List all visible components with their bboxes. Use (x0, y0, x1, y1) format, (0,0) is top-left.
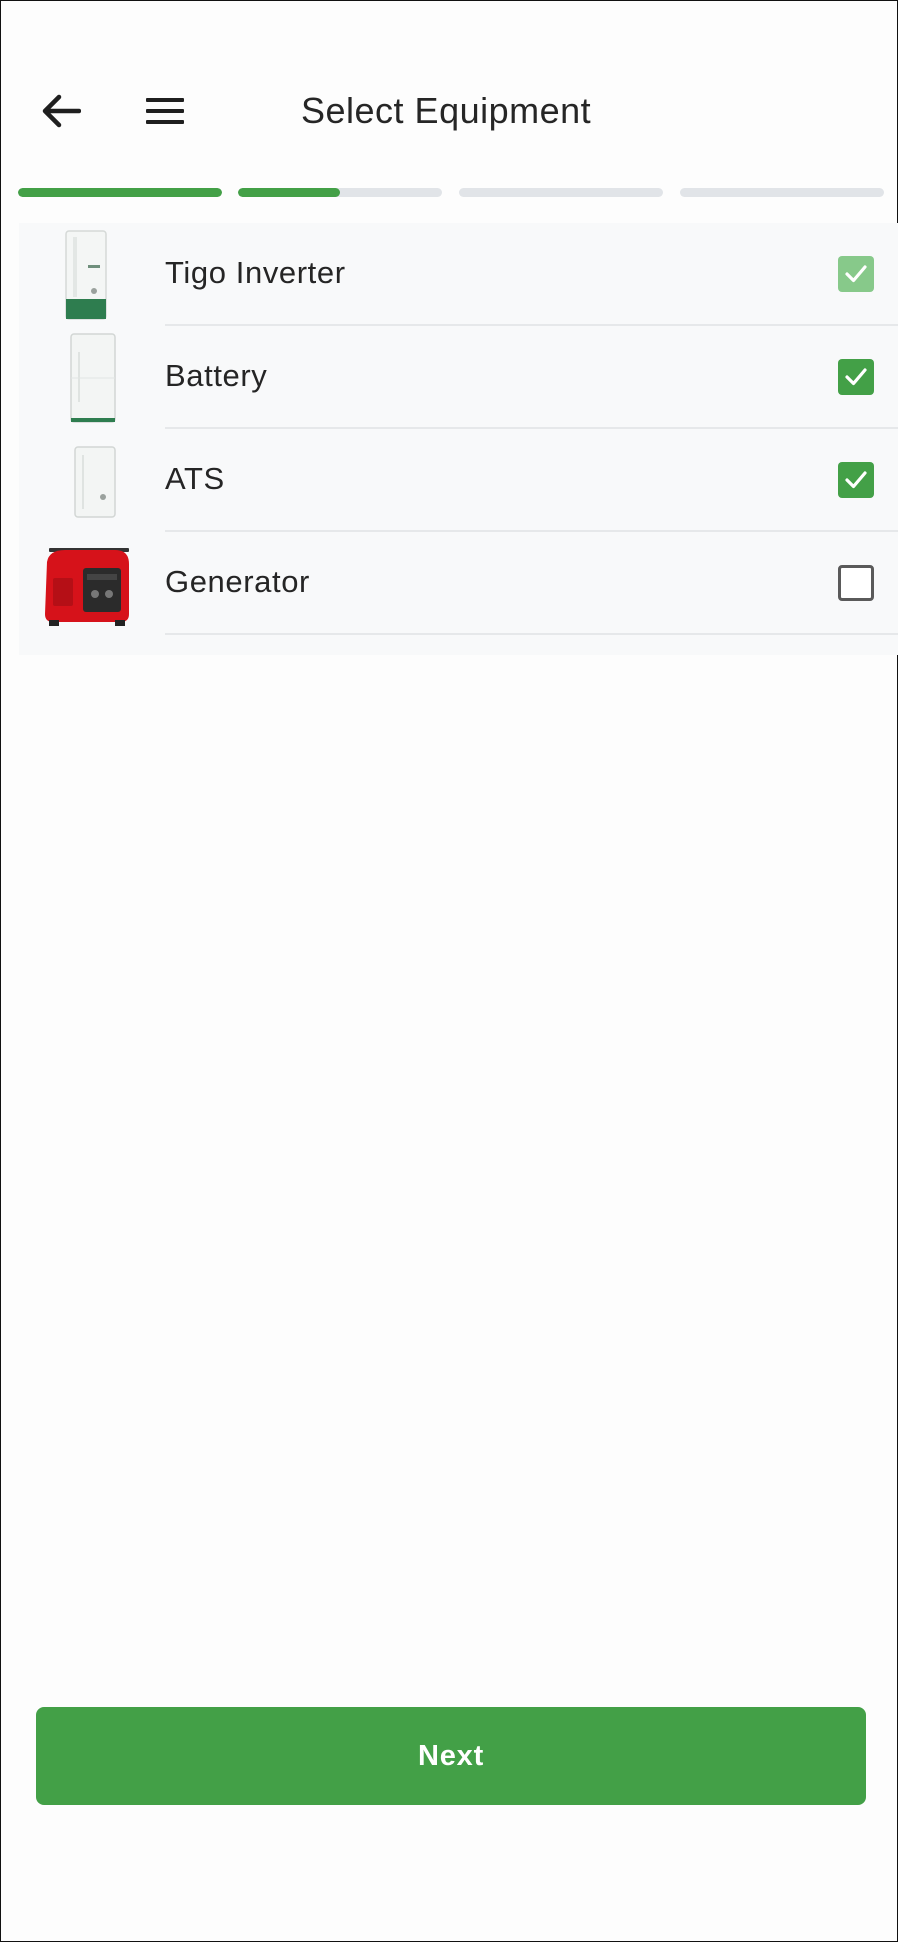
progress-step-4 (680, 188, 884, 197)
equipment-checkbox[interactable] (838, 565, 874, 601)
back-button[interactable] (33, 86, 89, 136)
equipment-row-generator[interactable]: Generator (19, 532, 898, 635)
equipment-label: Battery (165, 358, 268, 393)
equipment-label: Tigo Inverter (165, 255, 346, 290)
equipment-row-tigo-inverter[interactable]: Tigo Inverter (19, 223, 898, 326)
ats-image (74, 446, 116, 518)
checkmark-icon (845, 368, 867, 386)
app-screen: Select Equipment Tigo Inverter Battery A… (0, 0, 898, 1942)
page-title: Select Equipment (301, 90, 592, 131)
progress-step-1 (18, 188, 222, 197)
equipment-row-battery[interactable]: Battery (19, 326, 898, 429)
battery-image (70, 333, 116, 423)
hamburger-menu-icon (146, 98, 184, 124)
inverter-image (65, 230, 107, 320)
equipment-label: Generator (165, 564, 310, 599)
checkmark-icon (845, 471, 867, 489)
equipment-checkbox[interactable] (838, 359, 874, 395)
generator-image (45, 548, 129, 626)
arrow-left-icon (42, 94, 81, 128)
progress-step-2 (238, 188, 442, 197)
equipment-checkbox[interactable] (838, 256, 874, 292)
equipment-list: Tigo Inverter Battery ATS Generator (19, 223, 898, 655)
step-progress (18, 188, 884, 197)
equipment-label: ATS (165, 461, 225, 496)
progress-step-3 (459, 188, 663, 197)
progress-step-1-fill (18, 188, 222, 197)
checkmark-icon (845, 265, 867, 283)
progress-step-2-fill (238, 188, 340, 197)
equipment-checkbox[interactable] (838, 462, 874, 498)
next-button[interactable]: Next (36, 1707, 866, 1805)
top-app-bar: Select Equipment (1, 71, 898, 151)
equipment-row-ats[interactable]: ATS (19, 429, 898, 532)
menu-button[interactable] (137, 86, 193, 136)
row-divider (165, 633, 898, 635)
